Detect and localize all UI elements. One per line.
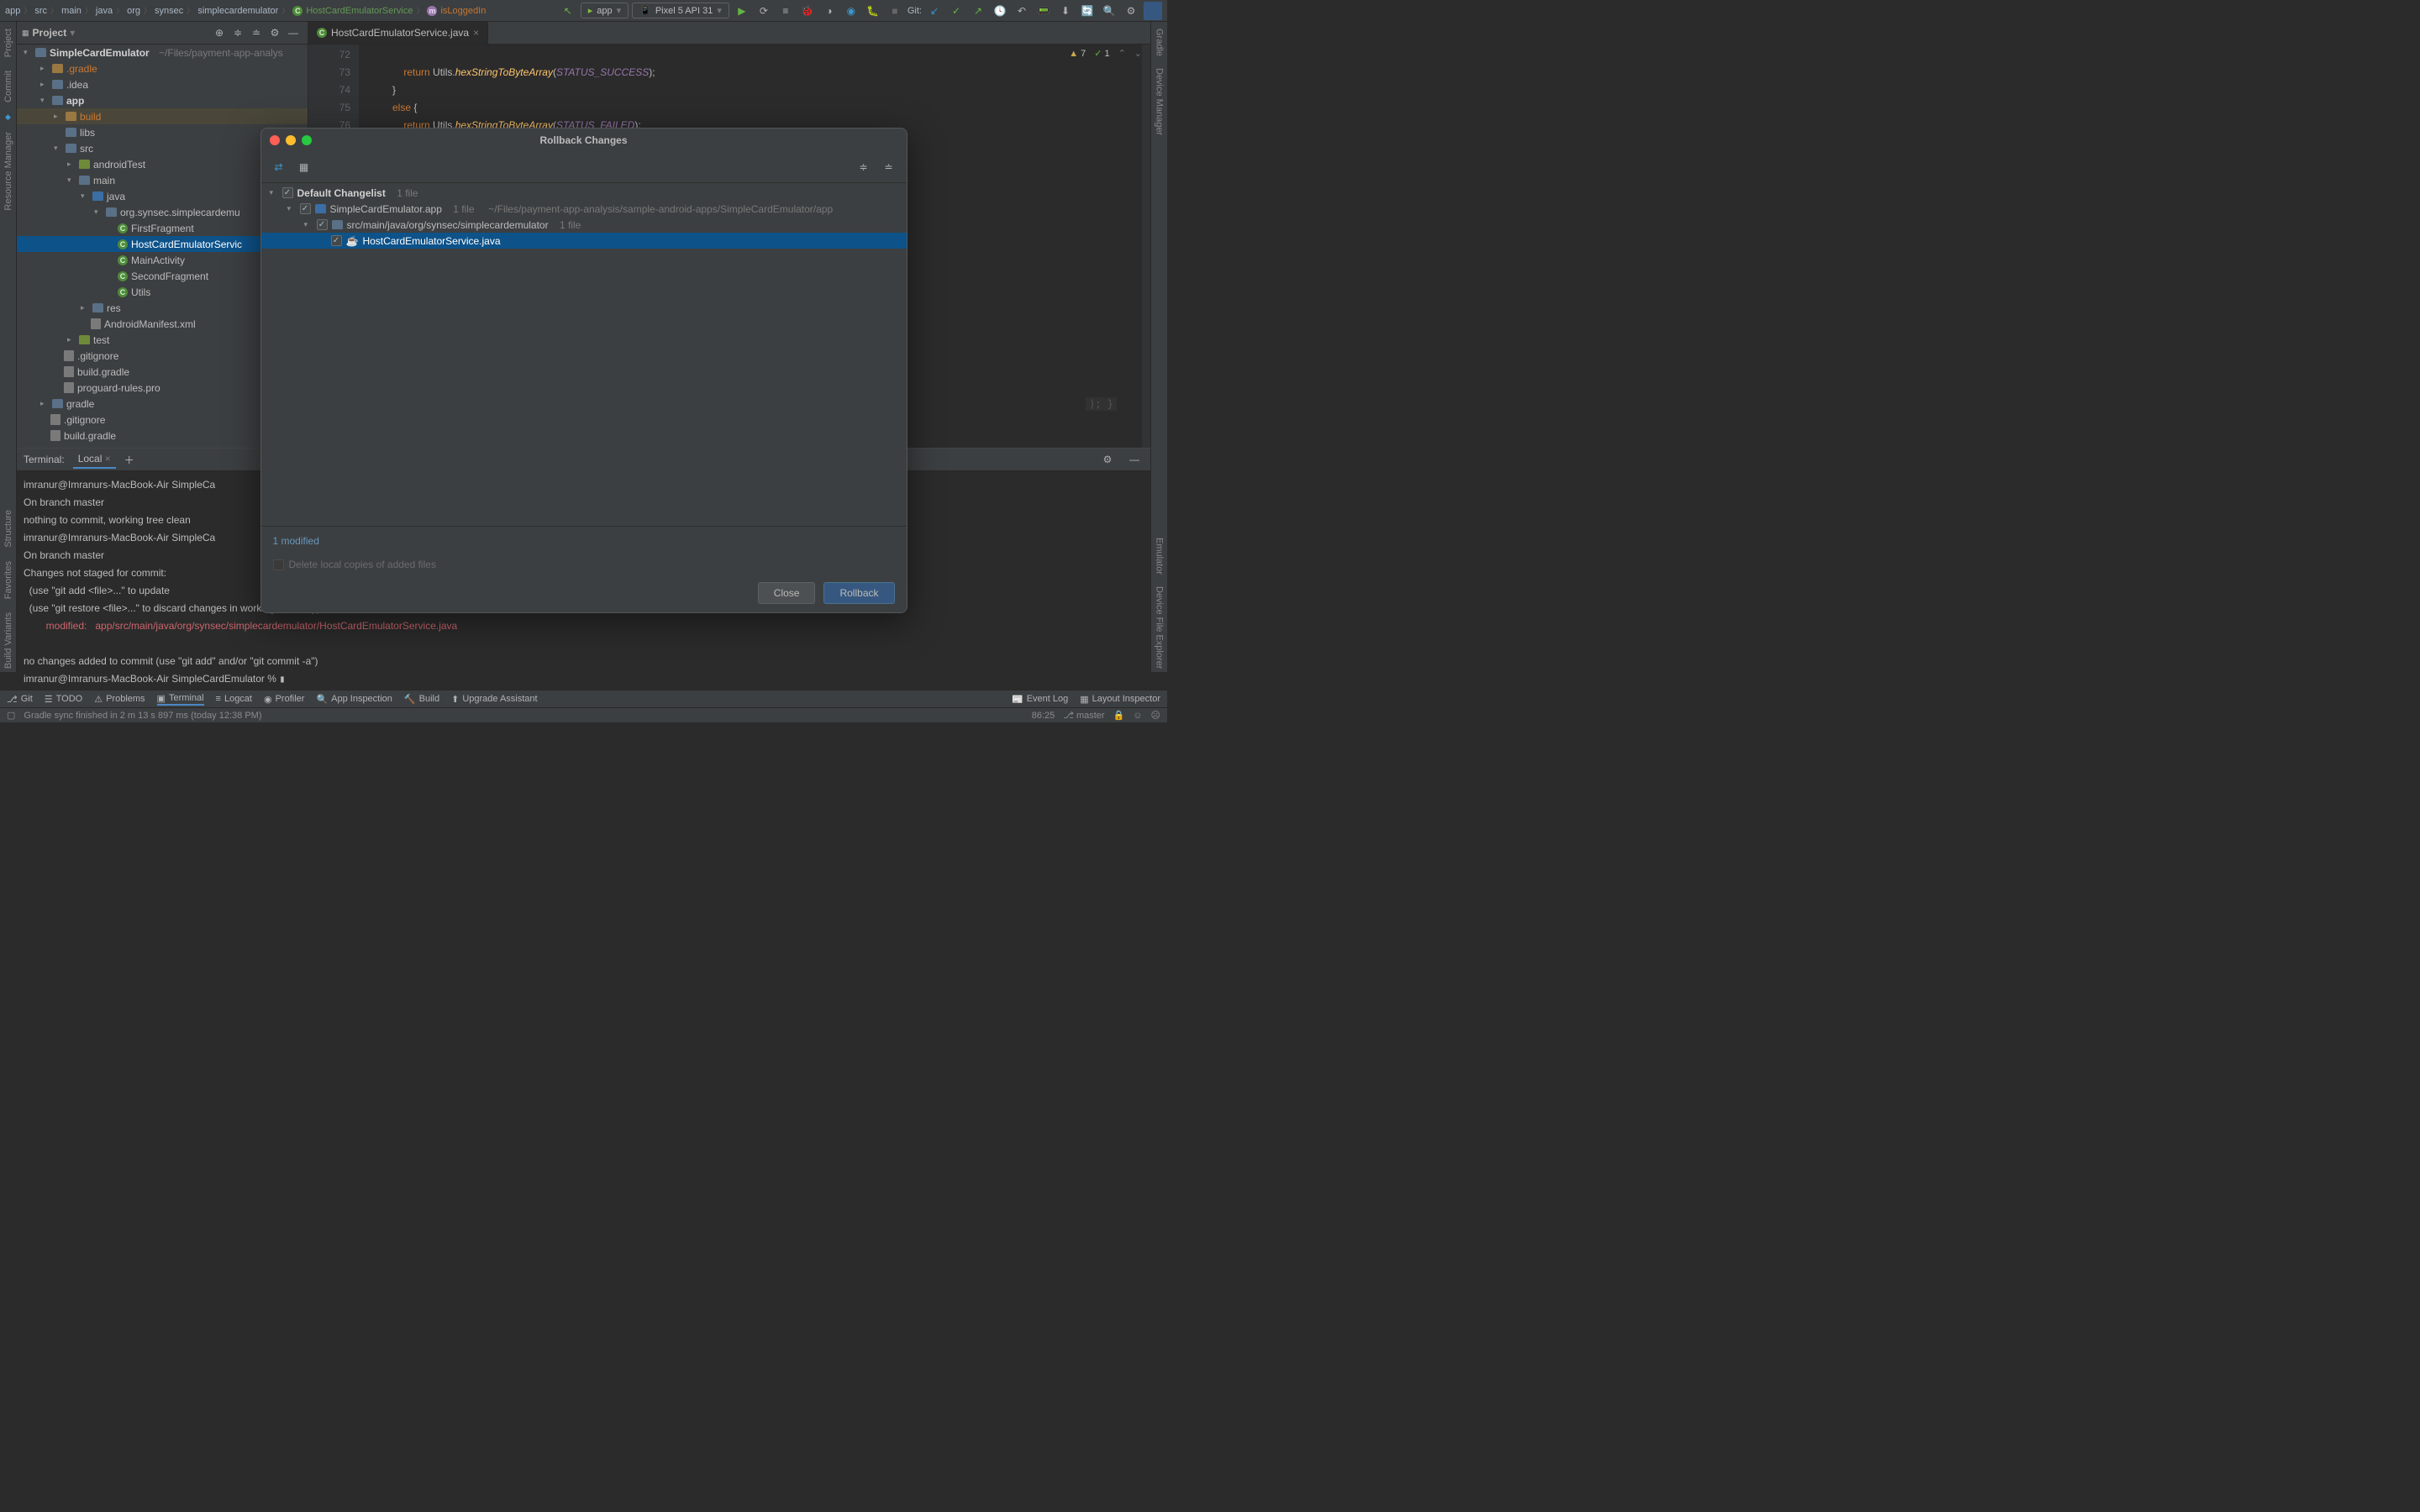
collapse-all-button[interactable]: ≐ bbox=[880, 158, 898, 176]
rollback-button[interactable]: Rollback bbox=[823, 582, 894, 604]
minimize-icon[interactable] bbox=[286, 135, 296, 145]
dialog-titlebar[interactable]: Rollback Changes bbox=[261, 129, 907, 152]
window-controls[interactable] bbox=[270, 135, 312, 145]
close-icon[interactable] bbox=[270, 135, 280, 145]
expand-all-button[interactable]: ≑ bbox=[855, 158, 873, 176]
changes-tree[interactable]: ▾✓Default Changelist 1 file ▾✓SimpleCard… bbox=[261, 182, 907, 527]
checkbox bbox=[273, 559, 284, 570]
folder-icon bbox=[332, 220, 343, 229]
close-button[interactable]: Close bbox=[758, 582, 816, 604]
changes-summary: 1 modified bbox=[273, 535, 895, 547]
checkbox[interactable]: ✓ bbox=[317, 219, 328, 230]
java-file-icon: ☕ bbox=[346, 235, 359, 247]
checkbox[interactable]: ✓ bbox=[282, 187, 293, 198]
checkbox[interactable]: ✓ bbox=[300, 203, 311, 214]
rollback-dialog: Rollback Changes ⇄ ▦ ≑ ≐ ▾✓Default Chang… bbox=[260, 128, 908, 613]
delete-copies-checkbox: Delete local copies of added files bbox=[273, 559, 895, 570]
modal-overlay: Rollback Changes ⇄ ▦ ≑ ≐ ▾✓Default Chang… bbox=[0, 0, 1167, 722]
group-button[interactable]: ▦ bbox=[295, 158, 313, 176]
dialog-toolbar: ⇄ ▦ ≑ ≐ bbox=[261, 152, 907, 182]
diff-button[interactable]: ⇄ bbox=[270, 158, 288, 176]
zoom-icon[interactable] bbox=[302, 135, 312, 145]
dialog-title: Rollback Changes bbox=[539, 134, 627, 146]
module-icon bbox=[315, 204, 326, 213]
checkbox[interactable]: ✓ bbox=[331, 235, 342, 246]
